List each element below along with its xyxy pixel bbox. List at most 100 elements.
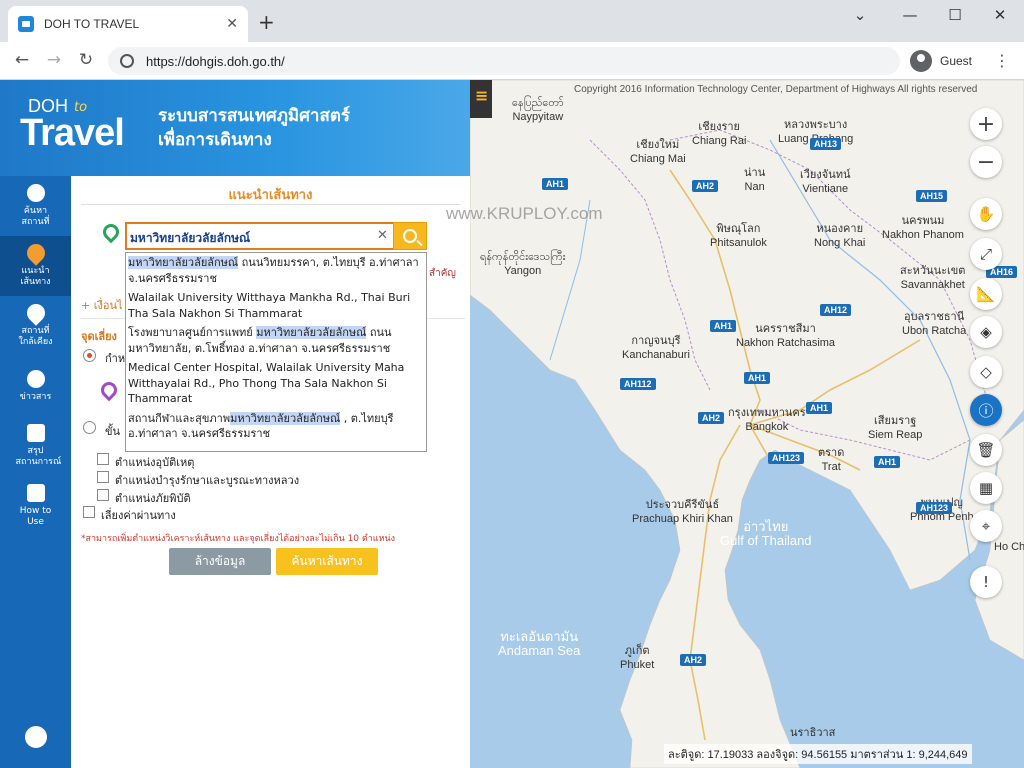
clear-data-button[interactable]: ล้างข้อมูล <box>169 548 271 575</box>
close-window-icon[interactable]: ✕ <box>985 6 1015 24</box>
sidebar-item-label: ข่าวสาร <box>19 391 52 402</box>
checkbox-maintenance-label: ตำแหน่งบำรุงรักษาและบูรณะทางหลวง <box>115 474 300 487</box>
tab-close-icon[interactable]: ✕ <box>226 16 238 32</box>
layers-icon[interactable]: ◈ <box>970 316 1002 348</box>
suggestion-item[interactable]: Walailak University Witthaya Mankha Rd.,… <box>128 290 424 321</box>
city-label: หนองคาย Nong Khai <box>814 222 865 250</box>
city-name: Ho Ch <box>994 541 1024 553</box>
sidebar-item-how-to-use[interactable]: How to Use <box>0 476 71 536</box>
suggestion-item[interactable]: มหาวิทยาลัยวลัยลักษณ์ ถนนวิทยมรรคา, ต.ไท… <box>128 255 424 286</box>
sidebar-item-search-place[interactable]: ค้นหา สถานที่ <box>0 176 71 236</box>
city-name: เสียมราฐ Siem Reap <box>868 415 923 441</box>
avoid-radio-1[interactable] <box>83 349 96 362</box>
new-tab-icon[interactable]: + <box>258 12 275 32</box>
suggestion-item[interactable]: สถานกีฬาและสุขภาพมหาวิทยาลัยวลัยลักษณ์ ,… <box>128 411 424 442</box>
profile-label: Guest <box>940 54 973 68</box>
find-route-button[interactable]: ค้นหาเส้นทาง <box>276 548 378 575</box>
checkbox-avoid-toll[interactable] <box>83 506 95 518</box>
highway-shield: AH15 <box>916 190 948 202</box>
suggestion-item[interactable]: โรงพยาบาลศูนย์การแพทย์ มหาวิทยาลัยวลัยลั… <box>128 325 424 356</box>
city-name: ประจวบคีรีขันธ์ Prachuap Khiri Khan <box>632 499 733 525</box>
maximize-icon[interactable]: ☐ <box>940 6 970 24</box>
address-bar: ← → ↻ https://dohgis.doh.go.th/ Guest ⋮ <box>0 42 1024 80</box>
reload-icon[interactable]: ↻ <box>74 50 98 70</box>
highway-shield: AH1 <box>710 320 737 332</box>
search-button[interactable] <box>393 222 427 250</box>
sidebar-item-label: ค้นหา สถานที่ <box>21 206 50 227</box>
city-label: ตราด Trat <box>818 446 844 474</box>
divider <box>81 204 461 205</box>
checkbox-maintenance[interactable] <box>97 471 109 483</box>
suggestion-text: Walailak University Witthaya Mankha Rd.,… <box>128 291 411 320</box>
sidebar-item-label: แนะนำ เส้นทาง <box>20 266 51 287</box>
clear-input-icon[interactable]: ✕ <box>377 228 388 243</box>
feedback-icon[interactable]: ! <box>970 566 1002 598</box>
city-name: เวียงจันทน์ Vientiane <box>800 169 851 195</box>
panel-toggle-handle[interactable] <box>470 80 492 118</box>
sidebar-item-nearby[interactable]: สถานที่ ใกล้เคียง <box>0 296 71 356</box>
checkbox-avoid-toll-label: เลี่ยงค่าผ่านทาง <box>101 509 176 522</box>
city-name: นครพนม Nakhon Phanom <box>882 215 964 241</box>
system-title: ระบบสารสนเทศภูมิศาสตร์ เพื่อการเดินทาง <box>158 104 350 152</box>
watermark-text: www.KRUPLOY.com <box>446 204 603 223</box>
origin-search-input[interactable] <box>125 222 397 250</box>
route-pin-icon <box>22 240 49 266</box>
highway-shield: AH2 <box>692 180 719 192</box>
city-label: ရန်ကုန်တိုင်းဒေသကြီး Yangon <box>480 250 565 278</box>
add-condition-link[interactable]: + เงื่อนไ <box>81 296 123 314</box>
highway-shield: AH112 <box>620 378 656 390</box>
user-icon[interactable] <box>25 726 47 748</box>
menu-icon[interactable]: ⋮ <box>994 51 1010 70</box>
minimize-icon[interactable]: — <box>895 6 925 24</box>
suggestion-item[interactable]: Medical Center Hospital, Walailak Univer… <box>128 360 424 407</box>
url-text: https://dohgis.doh.go.th/ <box>146 53 285 69</box>
sidebar-item-route[interactable]: แนะนำ เส้นทาง <box>0 236 71 296</box>
zoom-in-button[interactable]: + <box>970 108 1002 140</box>
sidebar-item-label: How to Use <box>19 506 52 527</box>
checkbox-disaster[interactable] <box>97 489 109 501</box>
city-name: หนองคาย Nong Khai <box>814 223 866 249</box>
sidebar-item-summary[interactable]: สรุป สถานการณ์ <box>0 416 71 476</box>
trash-icon[interactable]: 🗑 <box>970 434 1002 466</box>
avoid-section-label: จุดเลี่ยง <box>81 330 117 343</box>
zoom-out-button[interactable]: − <box>970 146 1002 178</box>
highway-shield: AH123 <box>768 452 805 464</box>
measure-icon[interactable]: 📐 <box>970 278 1002 310</box>
add-layer-icon[interactable]: ◇ <box>970 356 1002 388</box>
info-icon[interactable]: ⓘ <box>970 394 1002 426</box>
highway-shield: AH12 <box>820 304 852 316</box>
chevron-down-icon[interactable]: ⌄ <box>845 6 875 24</box>
sea-label: ทะเลอันดามัน Andaman Sea <box>498 630 580 658</box>
profile-button[interactable]: Guest <box>910 48 972 74</box>
sidebar-item-news[interactable]: ข่าวสาร <box>0 356 71 416</box>
map-view[interactable]: Copyright 2016 Information Technology Ce… <box>470 80 1024 768</box>
checkbox-accident-label: ตำแหน่งอุบัติเหตุ <box>115 456 195 469</box>
tab-title: DOH TO TRAVEL <box>44 17 140 31</box>
highway-shield: AH13 <box>810 138 842 150</box>
city-label: เชียงใหม่ Chiang Mai <box>630 138 686 166</box>
map-icon[interactable]: ▦ <box>970 472 1002 504</box>
avoid-radio-2[interactable] <box>83 421 96 434</box>
checkbox-accident[interactable] <box>97 453 109 465</box>
fullscreen-icon[interactable]: ⤢ <box>970 238 1002 270</box>
sea-name: อ่าวไทย Gulf of Thailand <box>720 519 812 548</box>
search-icon <box>403 229 417 243</box>
back-icon[interactable]: ← <box>10 50 34 70</box>
highway-shield: AH1 <box>744 372 771 384</box>
forward-icon[interactable]: → <box>42 50 66 70</box>
pan-hand-icon[interactable]: ✋ <box>970 198 1002 230</box>
route-panel: แนะนำเส้นทาง ✕ มหาวิทยาลัยวลัยลักษณ์ ถนน… <box>71 176 470 768</box>
site-favicon-icon <box>18 16 34 32</box>
city-label: ประจวบคีรีขันธ์ Prachuap Khiri Khan <box>632 498 733 526</box>
locate-icon[interactable]: ⌖ <box>970 510 1002 542</box>
url-omnibox[interactable]: https://dohgis.doh.go.th/ <box>108 47 900 75</box>
sea-label: อ่าวไทย Gulf of Thailand <box>720 520 812 548</box>
city-name: ตราด Trat <box>818 447 845 473</box>
browser-tab[interactable]: DOH TO TRAVEL ✕ <box>8 6 248 42</box>
city-label: พิษณุโลก Phitsanulok <box>710 222 767 250</box>
site-info-icon[interactable] <box>120 54 134 68</box>
city-name: ရန်ကုန်တိုင်းဒေသကြီး Yangon <box>480 251 566 277</box>
city-label: น่าน Nan <box>744 166 765 194</box>
city-label: นราธิวาส <box>790 726 835 740</box>
city-name: อุบลราชธานี Ubon Ratcha <box>902 311 967 337</box>
